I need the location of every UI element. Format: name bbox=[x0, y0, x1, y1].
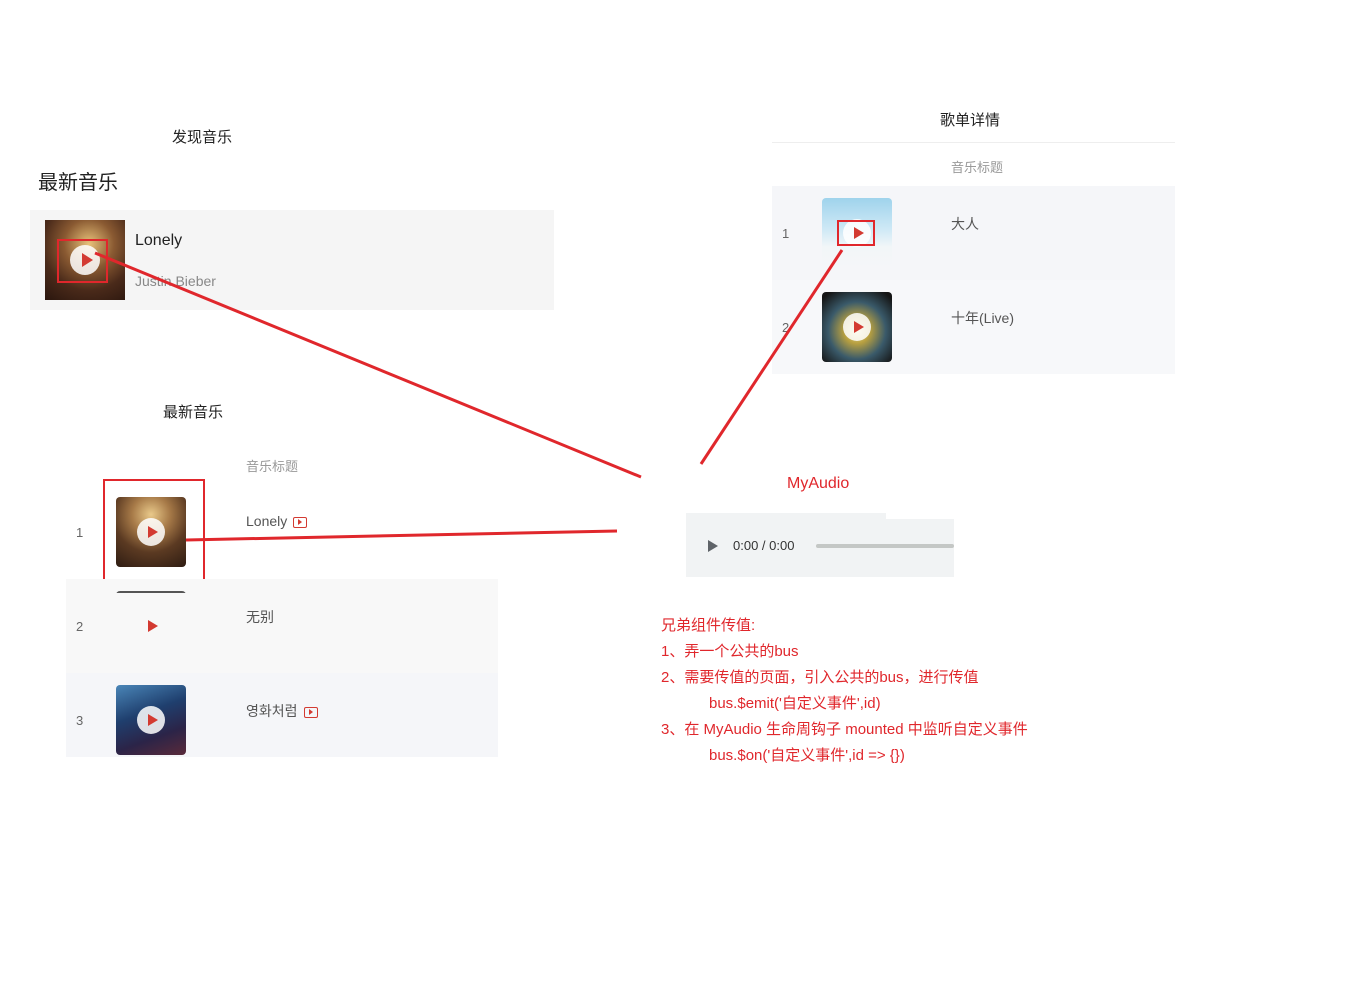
annotation-lines bbox=[94, 249, 844, 542]
annotation-line-newmusic bbox=[185, 529, 618, 542]
annotation-line-playlist bbox=[699, 249, 844, 465]
annotation-line-discover bbox=[94, 251, 642, 479]
